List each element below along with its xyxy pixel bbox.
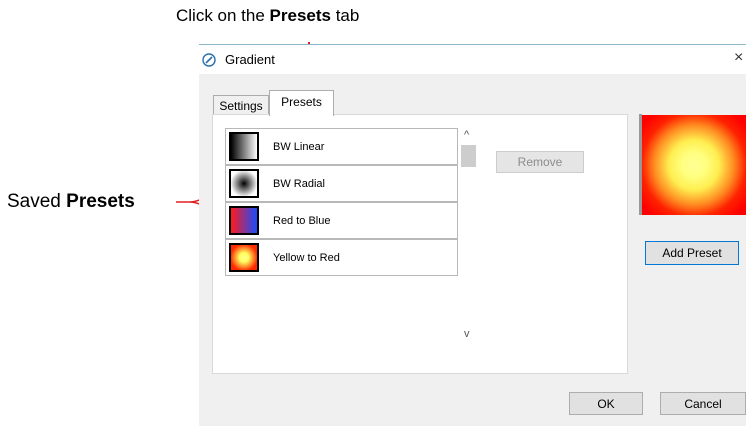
gradient-dialog: Gradient × Settings Presets BW Linear BW… [199, 44, 746, 426]
gradient-preview [642, 115, 746, 215]
preset-label: BW Radial [273, 178, 325, 190]
add-preset-button[interactable]: Add Preset [645, 241, 739, 265]
preset-label: Red to Blue [273, 215, 331, 227]
cancel-button[interactable]: Cancel [660, 392, 746, 415]
preset-item-bw-linear[interactable]: BW Linear [225, 128, 458, 165]
annotation-bold-text: Presets [66, 191, 135, 212]
preset-swatch [229, 243, 259, 272]
title-bar: Gradient × [199, 44, 746, 74]
annotation-text: Click on the [176, 6, 270, 25]
scroll-up-icon[interactable]: ^ [464, 129, 469, 141]
scroll-down-icon[interactable]: v [464, 328, 470, 340]
scroll-thumb[interactable] [461, 145, 476, 167]
annotation-text: Saved [7, 191, 67, 212]
tab-presets[interactable]: Presets [269, 90, 334, 116]
gradient-tool-icon [202, 53, 216, 67]
tab-settings[interactable]: Settings [213, 95, 269, 115]
annotation-bold-text: Presets [269, 6, 331, 25]
presets-list[interactable]: BW Linear BW Radial Red to Blue Yellow t… [225, 128, 460, 348]
presets-scrollbar[interactable]: ^ v [460, 128, 477, 348]
window-title: Gradient [225, 52, 275, 67]
preset-label: BW Linear [273, 141, 325, 153]
preset-swatch [229, 206, 259, 235]
annotation-click-presets-tab: Click on the Presets tab [176, 6, 359, 26]
ok-button[interactable]: OK [569, 392, 643, 415]
preset-item-red-to-blue[interactable]: Red to Blue [225, 202, 458, 239]
preset-label: Yellow to Red [273, 252, 340, 264]
preset-swatch [229, 169, 259, 198]
preset-item-yellow-to-red[interactable]: Yellow to Red [225, 239, 458, 276]
annotation-text: tab [330, 6, 360, 25]
annotation-saved-presets: Saved Presets [7, 191, 135, 213]
remove-button[interactable]: Remove [496, 151, 584, 173]
preset-swatch [229, 132, 259, 161]
close-icon[interactable]: × [734, 49, 743, 67]
preset-item-bw-radial[interactable]: BW Radial [225, 165, 458, 202]
